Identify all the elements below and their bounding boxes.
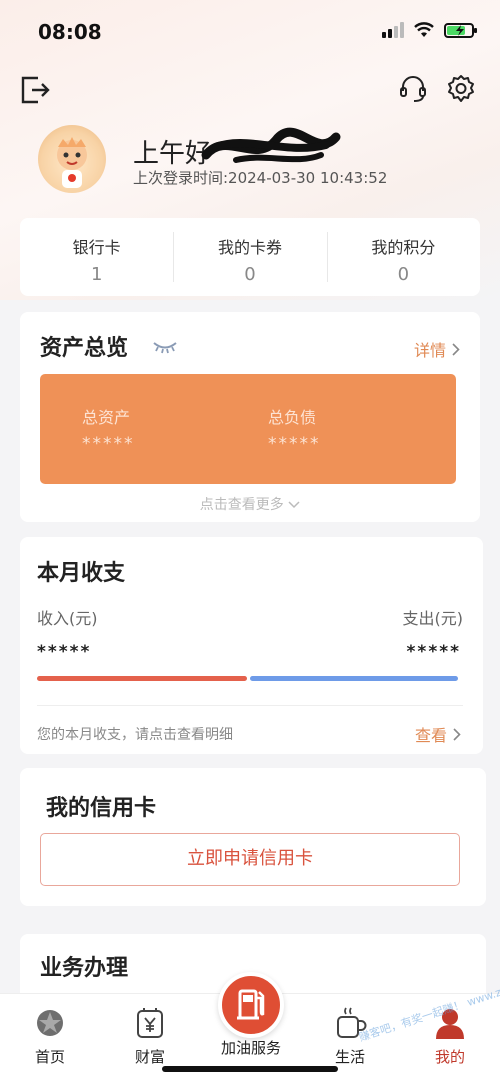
chevron-right-icon <box>452 342 460 356</box>
tab-home[interactable]: 首页 <box>10 1006 90 1067</box>
stat-label: 我的积分 <box>371 238 436 257</box>
monthly-footer-text: 您的本月收支，请点击查看明细 <box>37 727 233 743</box>
logout-icon[interactable] <box>20 75 50 105</box>
fuel-service-label: 加油服务 <box>220 1039 281 1057</box>
chevron-right-icon <box>453 727 461 741</box>
total-liabilities-label: 总负债 <box>268 408 317 427</box>
eye-closed-icon[interactable] <box>152 340 178 354</box>
fuel-pump-icon <box>237 989 265 1020</box>
view-link-label: 查看 <box>414 726 447 745</box>
total-assets-label: 总资产 <box>82 408 131 427</box>
monthly-view-link[interactable]: 查看 <box>415 722 461 746</box>
assets-title: 资产总览 <box>40 336 129 361</box>
monthly-title: 本月收支 <box>37 561 126 586</box>
tab-wealth[interactable]: 财富 <box>110 1006 190 1067</box>
stat-points[interactable]: 我的积分 0 <box>326 218 480 296</box>
chevron-down-icon <box>288 501 300 509</box>
last-login-time: 上次登录时间:2024-03-30 10:43:52 <box>133 169 388 187</box>
income-bar <box>37 676 247 681</box>
fuel-service-button[interactable] <box>218 972 284 1038</box>
expense-label: 支出(元) <box>402 609 464 628</box>
view-more-link[interactable]: 点击查看更多 <box>20 494 480 514</box>
stat-value: 0 <box>244 264 256 285</box>
assets-summary-box[interactable]: 总资产 ***** 总负债 ***** <box>40 374 456 484</box>
stat-bank-cards[interactable]: 银行卡 1 <box>20 218 173 296</box>
tab-label: 我的 <box>434 1048 465 1066</box>
settings-icon[interactable] <box>446 74 476 104</box>
assets-overview-card: 资产总览 详情 总资产 ***** 总负债 ***** 点击查看更多 <box>20 312 480 522</box>
tab-label: 首页 <box>34 1048 65 1066</box>
stat-value: 1 <box>90 264 103 285</box>
wealth-bag-icon <box>133 1006 167 1040</box>
home-logo-icon <box>33 1006 67 1040</box>
business-title: 业务办理 <box>40 956 129 981</box>
mascot-avatar-icon <box>57 137 87 188</box>
stat-value: 0 <box>397 264 410 285</box>
stat-label: 银行卡 <box>72 238 121 257</box>
signal-icon <box>382 22 404 38</box>
redacted-name-scribble <box>201 127 341 163</box>
income-value: ***** <box>37 642 92 662</box>
apply-credit-card-button[interactable]: 立即申请信用卡 <box>40 833 460 886</box>
stat-label: 我的卡券 <box>217 238 282 257</box>
view-more-label: 点击查看更多 <box>199 497 284 513</box>
user-greeting-area: 上午好 上次登录时间:2024-03-30 10:43:52 <box>38 125 478 200</box>
battery-icon <box>444 22 477 38</box>
tab-label: 生活 <box>334 1048 365 1066</box>
divider <box>37 705 463 706</box>
status-icons <box>382 22 477 38</box>
credit-card-title: 我的信用卡 <box>46 796 157 821</box>
account-stats-card: 银行卡 1 我的卡券 0 我的积分 0 <box>20 218 480 296</box>
income-label: 收入(元) <box>37 609 98 628</box>
tab-label: 财富 <box>134 1048 165 1066</box>
stat-coupons[interactable]: 我的卡券 0 <box>173 218 326 296</box>
home-indicator[interactable] <box>162 1066 338 1072</box>
avatar[interactable] <box>38 125 106 193</box>
status-time: 08:08 <box>38 20 102 44</box>
expense-value: ***** <box>406 642 461 662</box>
detail-link-label: 详情 <box>413 341 446 360</box>
total-liabilities-value: ***** <box>268 434 321 454</box>
expense-bar <box>250 676 458 681</box>
status-bar: 08:08 <box>0 0 500 60</box>
total-assets-value: ***** <box>82 434 135 454</box>
wifi-icon <box>414 22 434 37</box>
assets-detail-link[interactable]: 详情 <box>414 337 460 361</box>
credit-card-card: 我的信用卡 立即申请信用卡 <box>20 768 486 906</box>
monthly-income-expense-card: 本月收支 收入(元) 支出(元) ***** ***** 您的本月收支，请点击查… <box>20 537 483 754</box>
customer-service-icon[interactable] <box>398 74 428 104</box>
